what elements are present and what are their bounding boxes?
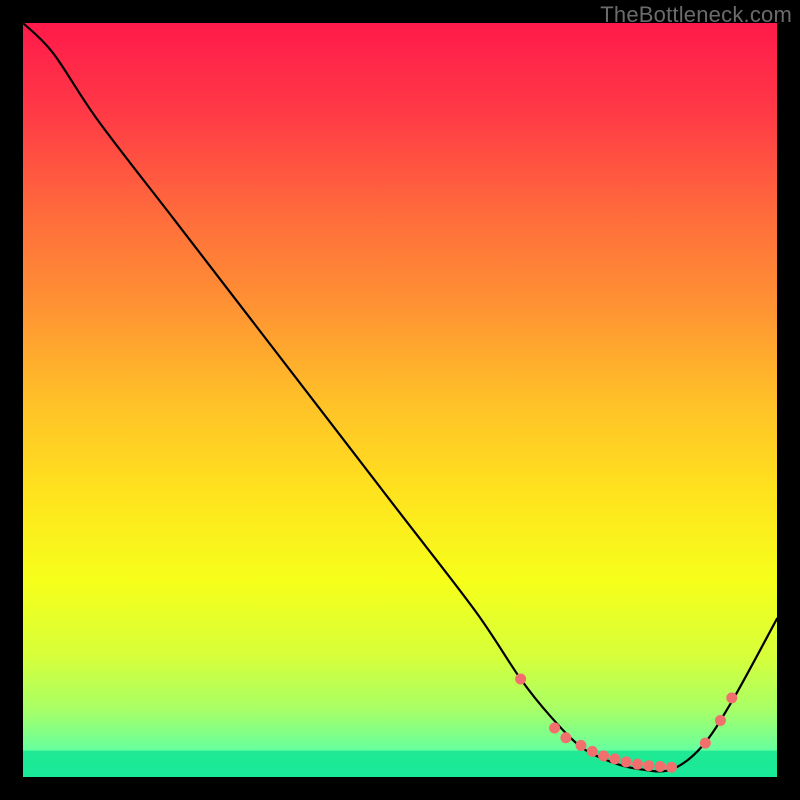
- data-point: [621, 756, 632, 767]
- bottleneck-chart: [23, 23, 777, 777]
- data-point: [655, 761, 666, 772]
- data-point: [700, 738, 711, 749]
- data-point: [609, 753, 620, 764]
- data-point: [715, 715, 726, 726]
- gradient-background: [23, 23, 777, 777]
- data-point: [575, 740, 586, 751]
- data-point: [643, 760, 654, 771]
- chart-frame: TheBottleneck.com: [0, 0, 800, 800]
- data-point: [549, 722, 560, 733]
- data-point: [587, 746, 598, 757]
- data-point: [632, 759, 643, 770]
- data-point: [515, 673, 526, 684]
- data-point: [726, 692, 737, 703]
- data-point: [598, 750, 609, 761]
- data-point: [560, 732, 571, 743]
- data-point: [666, 762, 677, 773]
